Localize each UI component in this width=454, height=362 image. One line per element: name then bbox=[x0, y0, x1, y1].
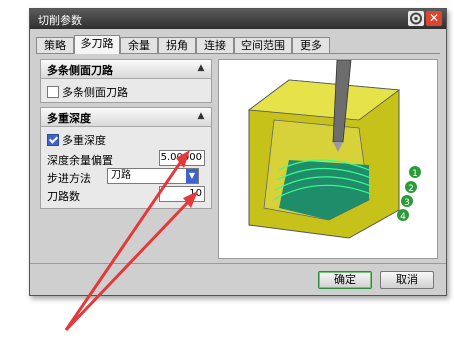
side-passes-section: 多条侧面刀路 ▲ 多条侧面刀路 bbox=[40, 59, 212, 103]
marker-4: 4 bbox=[400, 212, 406, 222]
tab-strategy[interactable]: 策略 bbox=[36, 37, 74, 53]
tab-connections[interactable]: 连接 bbox=[196, 37, 234, 53]
side-passes-checkbox[interactable] bbox=[47, 86, 59, 98]
close-icon[interactable]: ✕ bbox=[426, 11, 442, 26]
collapse-icon[interactable]: ▲ bbox=[194, 110, 208, 123]
chevron-down-icon[interactable]: ▼ bbox=[186, 169, 198, 183]
marker-1: 1 bbox=[412, 169, 418, 179]
marker-3: 3 bbox=[404, 198, 410, 208]
side-passes-header[interactable]: 多条侧面刀路 ▲ bbox=[41, 60, 211, 79]
depth-offset-field[interactable]: 5.00000 bbox=[159, 150, 205, 166]
tab-multiple-passes[interactable]: 多刀路 bbox=[74, 35, 120, 54]
cancel-button[interactable]: 取消 bbox=[380, 271, 434, 289]
multiple-depths-section: 多重深度 ▲ 多重深度 深度余量偏置 5.00000 步进方法 刀路 ▼ 刀路数… bbox=[40, 107, 212, 209]
title-bar: 切削参数 ✕ bbox=[30, 9, 446, 29]
cutting-params-dialog: 切削参数 ✕ 策略 多刀路 余量 拐角 连接 空间范围 更多 多条侧面刀路 ▲ … bbox=[29, 8, 447, 296]
step-method-label: 步进方法 bbox=[47, 172, 91, 185]
button-bar-divider bbox=[30, 263, 446, 264]
pass-markers: 1 2 3 4 bbox=[397, 166, 421, 222]
marker-2: 2 bbox=[408, 184, 414, 194]
tab-stock[interactable]: 余量 bbox=[120, 37, 158, 53]
ok-button[interactable]: 确定 bbox=[318, 271, 372, 289]
multiple-depths-checkbox-label: 多重深度 bbox=[62, 134, 106, 147]
gear-icon[interactable] bbox=[408, 11, 424, 26]
pass-count-field[interactable]: 10 bbox=[159, 186, 205, 202]
dialog-title: 切削参数 bbox=[38, 14, 82, 27]
multiple-depths-title: 多重深度 bbox=[47, 112, 91, 125]
step-method-value: 刀路 bbox=[111, 170, 131, 181]
multiple-depths-checkbox-row[interactable]: 多重深度 bbox=[47, 132, 106, 148]
tab-more[interactable]: 更多 bbox=[292, 37, 330, 53]
multiple-depths-header[interactable]: 多重深度 ▲ bbox=[41, 108, 211, 127]
depth-offset-label: 深度余量偏置 bbox=[47, 154, 113, 167]
tab-containment[interactable]: 空间范围 bbox=[234, 37, 292, 53]
side-passes-checkbox-label: 多条侧面刀路 bbox=[62, 86, 128, 99]
tab-corners[interactable]: 拐角 bbox=[158, 37, 196, 53]
multiple-depths-checkbox[interactable] bbox=[47, 134, 59, 146]
pass-count-label: 刀路数 bbox=[47, 190, 80, 203]
side-passes-checkbox-row[interactable]: 多条侧面刀路 bbox=[47, 84, 128, 100]
step-method-select[interactable]: 刀路 ▼ bbox=[107, 168, 199, 184]
preview-illustration: 1 2 3 4 bbox=[247, 59, 421, 239]
side-passes-title: 多条侧面刀路 bbox=[47, 64, 113, 77]
collapse-icon[interactable]: ▲ bbox=[194, 62, 208, 75]
toolpath-preview-image: 1 2 3 4 bbox=[218, 59, 438, 259]
